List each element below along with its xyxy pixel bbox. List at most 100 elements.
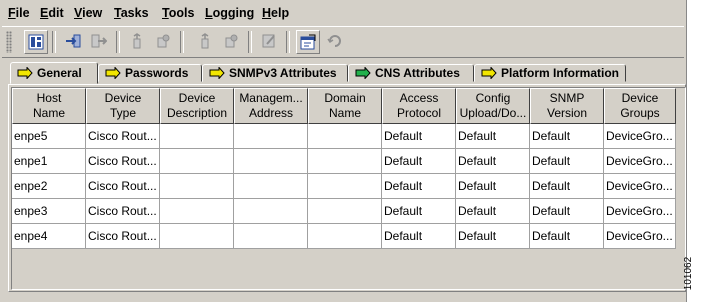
table-cell[interactable]: enpe1 (12, 149, 86, 174)
table-cell[interactable] (160, 124, 234, 149)
arrow-folder-icon (481, 67, 497, 79)
table-cell[interactable]: DeviceGro... (604, 224, 676, 249)
table-cell[interactable]: Cisco Rout... (86, 124, 160, 149)
table-cell[interactable]: Default (382, 124, 456, 149)
column-header[interactable]: Device Groups (604, 88, 676, 124)
table-cell[interactable] (234, 149, 308, 174)
tab-passwords[interactable]: Passwords (98, 64, 202, 82)
figure-number: 101062 (683, 256, 695, 291)
column-header[interactable]: Managem... Address (234, 88, 308, 124)
edit-button[interactable] (258, 30, 280, 52)
table-cell[interactable]: DeviceGro... (604, 124, 676, 149)
add-device-button[interactable] (126, 30, 148, 52)
table-cell[interactable]: Cisco Rout... (86, 149, 160, 174)
table-cell[interactable]: Cisco Rout... (86, 199, 160, 224)
table-cell[interactable]: Default (456, 149, 530, 174)
delete-device-icon (157, 34, 170, 48)
arrow-folder-icon (355, 67, 371, 79)
import-button[interactable] (62, 30, 84, 52)
menu-tools[interactable]: Tools (162, 6, 194, 20)
delete-group-button[interactable] (220, 30, 242, 52)
table-cell[interactable]: DeviceGro... (604, 149, 676, 174)
table-cell[interactable]: Cisco Rout... (86, 224, 160, 249)
table-cell[interactable] (234, 224, 308, 249)
table-cell[interactable] (160, 199, 234, 224)
menu-help[interactable]: Help (262, 6, 289, 20)
table-cell[interactable]: Default (456, 224, 530, 249)
import-icon (66, 34, 81, 48)
tab-panel: Host Name Device Type Device Description Ma… (8, 84, 686, 292)
table-cell[interactable]: Default (382, 199, 456, 224)
table-cell[interactable]: DeviceGro... (604, 174, 676, 199)
add-group-button[interactable] (194, 30, 216, 52)
add-group-icon (201, 33, 209, 49)
table-cell[interactable]: Default (382, 174, 456, 199)
table-cell[interactable]: Default (530, 149, 604, 174)
tab-snmpv3-attributes[interactable]: SNMPv3 Attributes (202, 64, 348, 82)
export-button[interactable] (88, 30, 110, 52)
table-cell[interactable]: Default (382, 149, 456, 174)
table-cell[interactable]: Default (530, 224, 604, 249)
menu-edit[interactable]: Edit (40, 6, 64, 20)
tab-label: Passwords (125, 66, 189, 80)
tab-cns-attributes[interactable]: CNS Attributes (348, 64, 474, 82)
delete-device-button[interactable] (152, 30, 174, 52)
refresh-button[interactable] (324, 30, 346, 52)
arrow-folder-icon (105, 67, 121, 79)
table-cell[interactable]: Default (456, 199, 530, 224)
table-cell[interactable] (308, 149, 382, 174)
menu-file[interactable]: File (8, 6, 30, 20)
table-cell[interactable] (308, 224, 382, 249)
device-table: Host Name Device Type Device Description Ma… (11, 87, 686, 290)
tab-label: SNMPv3 Attributes (229, 66, 337, 80)
tab-general[interactable]: General (10, 62, 98, 84)
toolbar-grip[interactable] (6, 31, 12, 53)
table-cell[interactable]: DeviceGro... (604, 199, 676, 224)
tab-label: General (37, 66, 82, 80)
table-cell[interactable]: Cisco Rout... (86, 174, 160, 199)
table-cell[interactable] (160, 149, 234, 174)
table-cell[interactable] (234, 124, 308, 149)
menu-view[interactable]: View (74, 6, 102, 20)
menu-logging[interactable]: Logging (205, 6, 254, 20)
edit-icon (262, 34, 275, 48)
column-header[interactable]: Device Description (160, 88, 234, 124)
tab-label: Platform Information (501, 66, 620, 80)
table-cell[interactable]: enpe4 (12, 224, 86, 249)
table-cell[interactable]: Default (530, 124, 604, 149)
arrow-folder-icon (209, 67, 225, 79)
table-cell[interactable] (160, 224, 234, 249)
column-header[interactable]: Access Protocol (382, 88, 456, 124)
table-cell[interactable]: enpe5 (12, 124, 86, 149)
table-cell[interactable]: enpe3 (12, 199, 86, 224)
column-header[interactable]: Host Name (12, 88, 86, 124)
table-cell[interactable] (308, 124, 382, 149)
column-header[interactable]: SNMP Version (530, 88, 604, 124)
table-cell[interactable]: Default (382, 224, 456, 249)
table-cell[interactable] (160, 174, 234, 199)
arrow-folder-icon (17, 67, 33, 79)
menu-tasks[interactable]: Tasks (114, 6, 149, 20)
export-icon (91, 34, 107, 48)
properties-button[interactable] (296, 30, 320, 54)
tab-platform-information[interactable]: Platform Information (474, 64, 626, 82)
table-cell[interactable] (308, 199, 382, 224)
delete-group-icon (225, 34, 238, 48)
table-cell[interactable]: Default (456, 124, 530, 149)
column-header[interactable]: Config Upload/Do... (456, 88, 530, 124)
table-cell[interactable]: enpe2 (12, 174, 86, 199)
application-window: File Edit View Tasks Tools Logging Help (0, 0, 687, 302)
column-header[interactable]: Domain Name (308, 88, 382, 124)
add-device-icon (133, 33, 141, 49)
table-cell[interactable]: Default (456, 174, 530, 199)
table-cell[interactable] (234, 174, 308, 199)
tab-label: CNS Attributes (375, 66, 460, 80)
table-cell[interactable]: Default (530, 199, 604, 224)
table-cell[interactable] (308, 174, 382, 199)
device-view-button[interactable] (24, 30, 48, 54)
column-header[interactable]: Device Type (86, 88, 160, 124)
table-cell[interactable]: Default (530, 174, 604, 199)
toolbar (2, 26, 684, 58)
properties-icon (300, 34, 316, 50)
table-cell[interactable] (234, 199, 308, 224)
